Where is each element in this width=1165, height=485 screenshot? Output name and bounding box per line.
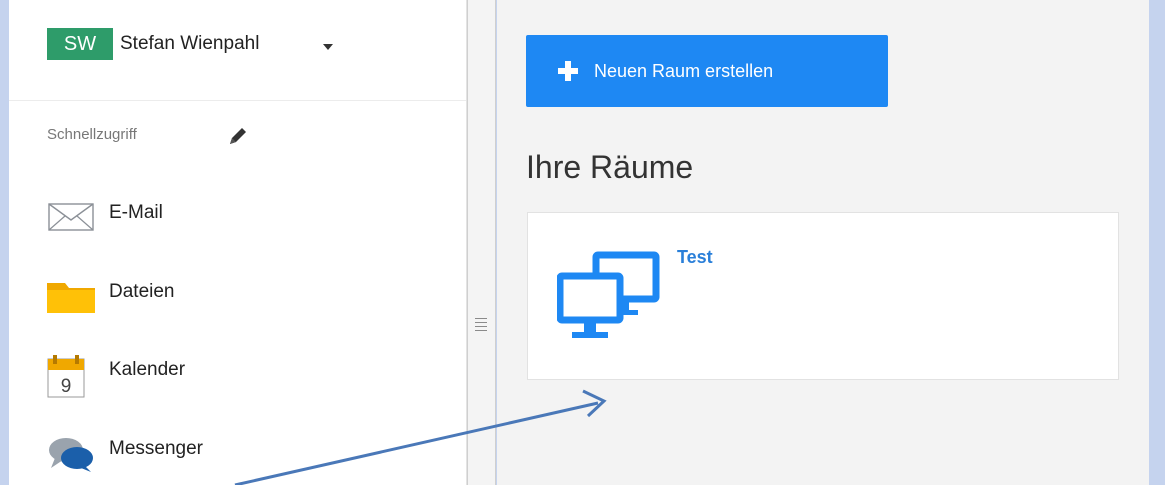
room-card[interactable]: Test <box>527 212 1119 380</box>
user-name[interactable]: Stefan Wienpahl <box>120 33 259 55</box>
quick-access-label: Schnellzugriff <box>47 126 137 143</box>
main-content: Neuen Raum erstellen Ihre Räume Test <box>497 0 1149 485</box>
quick-access-header: Schnellzugriff <box>47 126 246 144</box>
sidebar: SW Stefan Wienpahl Schnellzugriff E-Mail <box>9 0 467 485</box>
mail-icon <box>47 198 97 239</box>
sidebar-item-email[interactable]: E-Mail <box>47 198 447 238</box>
sidebar-item-label: Kalender <box>109 359 186 380</box>
sidebar-item-messenger[interactable]: Messenger <box>47 434 447 474</box>
create-room-label: Neuen Raum erstellen <box>594 61 774 81</box>
drag-handle-icon[interactable] <box>475 318 487 334</box>
panel-splitter[interactable] <box>467 0 496 485</box>
sidebar-item-label: E-Mail <box>109 202 163 223</box>
messenger-icon <box>47 434 97 479</box>
room-name-link[interactable]: Test <box>677 247 713 268</box>
avatar: SW <box>47 28 113 60</box>
calendar-icon: 9 <box>47 355 93 404</box>
user-menu[interactable]: SW Stefan Wienpahl <box>9 0 466 101</box>
chevron-down-icon[interactable] <box>323 44 333 50</box>
sidebar-item-files[interactable]: Dateien <box>47 277 447 317</box>
calendar-day: 9 <box>61 376 72 397</box>
sidebar-item-label: Dateien <box>109 281 175 302</box>
plus-icon <box>557 60 579 87</box>
create-room-button[interactable]: Neuen Raum erstellen <box>526 35 888 107</box>
pencil-icon[interactable] <box>227 125 249 152</box>
folder-icon <box>47 277 95 322</box>
monitors-icon <box>556 251 661 348</box>
section-title: Ihre Räume <box>526 149 694 185</box>
sidebar-item-calendar[interactable]: 9 Kalender <box>47 355 447 398</box>
sidebar-item-label: Messenger <box>109 438 203 459</box>
